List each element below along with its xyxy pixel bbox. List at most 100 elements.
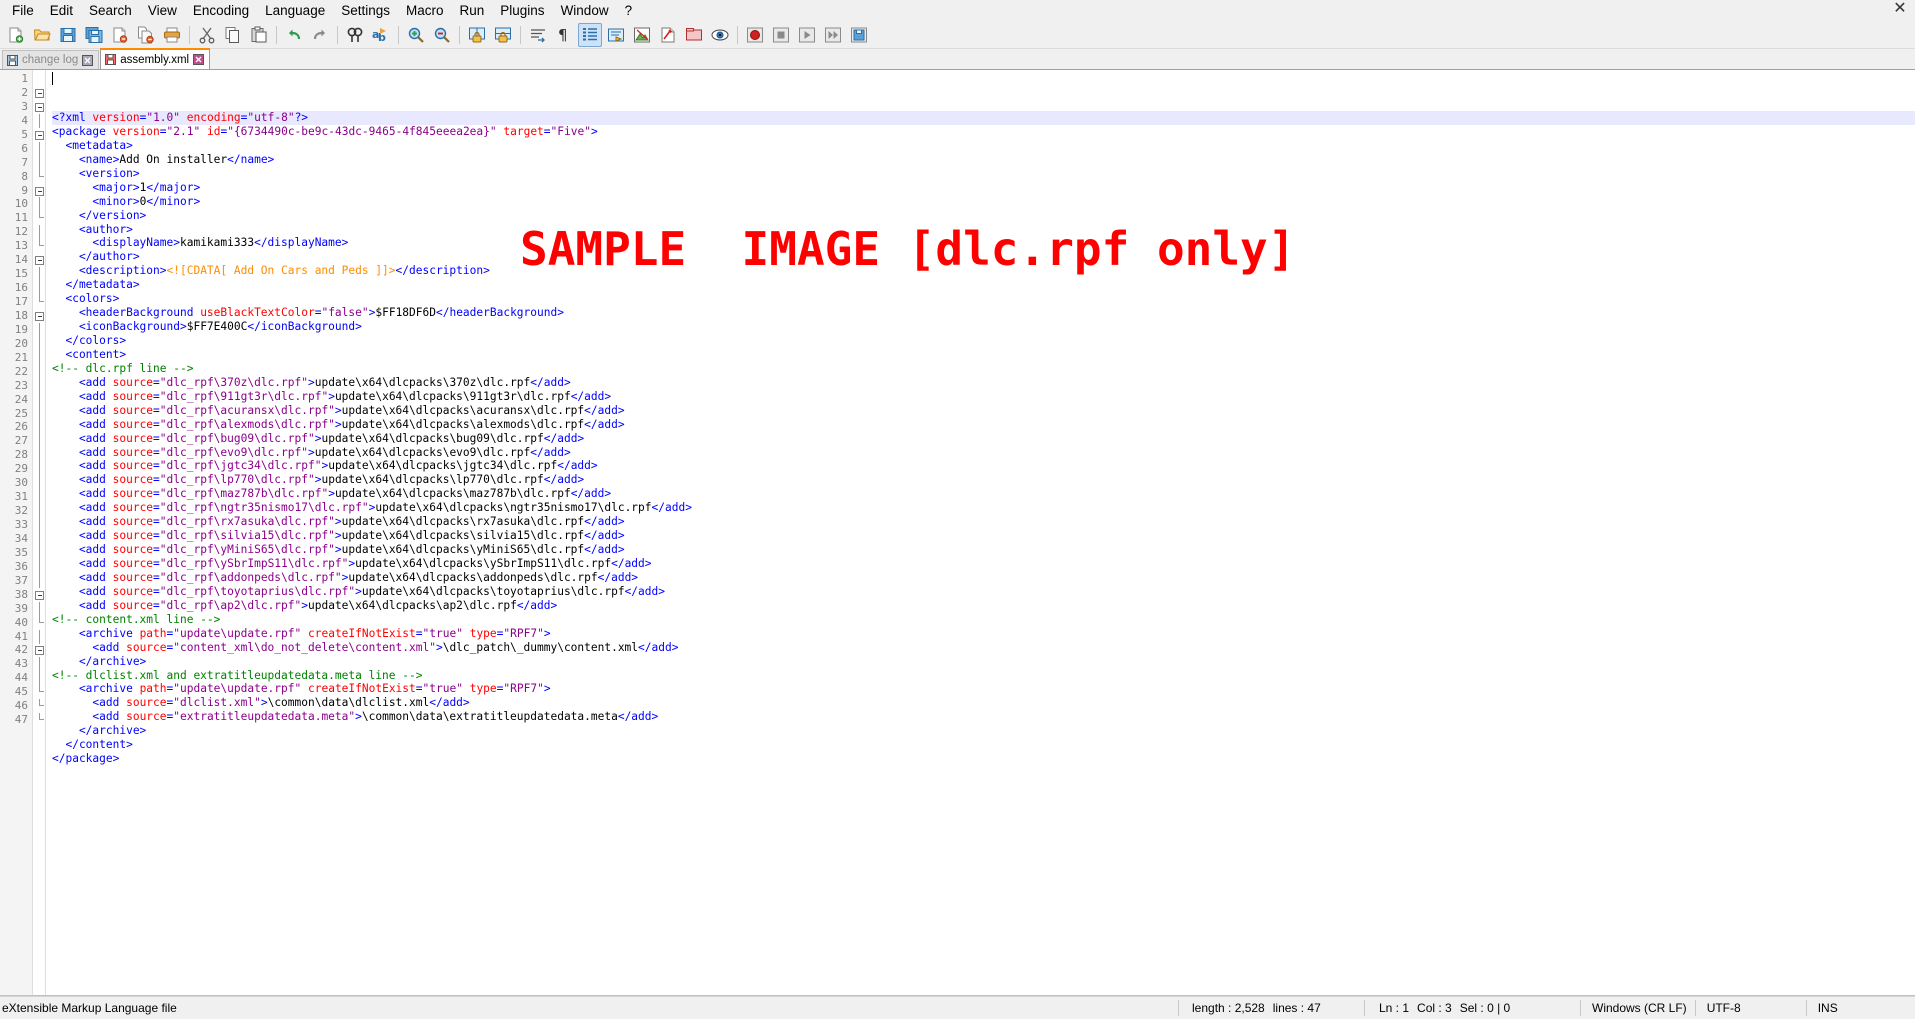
code-line[interactable]: <add source="dlc_rpf\evo9\dlc.rpf">updat… — [52, 446, 1915, 460]
code-line[interactable]: </package> — [52, 752, 1915, 766]
show-all-chars-icon[interactable]: ¶ — [552, 23, 576, 47]
editor-area[interactable]: 1 2 3 4 5 6 7 8 9 10 11 12 13 14 15 16 17 18 19 20 21 22 23 24 2… — [0, 70, 1915, 996]
code-line[interactable]: <archive path = "update\update.rpf" create… — [52, 627, 1915, 641]
menu-encoding[interactable]: Encoding — [185, 0, 257, 21]
fold-collapse-icon[interactable] — [35, 88, 44, 98]
code-line[interactable]: <add source="dlc_rpf\jgtc34\dlc.rpf">upd… — [52, 459, 1915, 473]
menu-file[interactable]: File — [4, 0, 42, 21]
tab-change-log[interactable]: change log — [2, 50, 100, 69]
code-line[interactable]: <description><![CDATA[ Add On Cars and P… — [52, 264, 1915, 278]
fold-marker[interactable] — [33, 588, 45, 602]
code-line[interactable]: <add source="dlc_rpf\toyotaprius\dlc.rpf… — [52, 585, 1915, 599]
code-line[interactable]: <displayName>kamikami333</displayName> — [52, 236, 1915, 250]
stop-macro-icon[interactable] — [769, 23, 793, 47]
code-line[interactable]: <iconBackground>$FF7E400C</iconBackgroun… — [52, 320, 1915, 334]
save-macro-icon[interactable] — [847, 23, 871, 47]
menu-edit[interactable]: Edit — [42, 0, 81, 21]
code-line[interactable]: <content> — [52, 348, 1915, 362]
menu-search[interactable]: Search — [81, 0, 140, 21]
print-icon[interactable] — [160, 23, 184, 47]
zoom-in-icon[interactable] — [404, 23, 428, 47]
code-line[interactable]: <author> — [52, 223, 1915, 237]
fold-marker[interactable] — [33, 184, 45, 198]
code-line[interactable]: <version> — [52, 167, 1915, 181]
code-line[interactable]: <?xml version="1.0" encoding="utf-8"?> — [52, 111, 1915, 125]
play-macro-icon[interactable] — [795, 23, 819, 47]
redo-icon[interactable] — [308, 23, 332, 47]
new-file-icon[interactable] — [4, 23, 28, 47]
code-line[interactable]: <major>1</major> — [52, 181, 1915, 195]
code-line[interactable]: </colors> — [52, 334, 1915, 348]
replace-icon[interactable]: ab — [369, 23, 393, 47]
cut-icon[interactable] — [195, 23, 219, 47]
fold-marker[interactable] — [33, 643, 45, 657]
sync-horizontal-icon[interactable] — [491, 23, 515, 47]
find-icon[interactable] — [343, 23, 367, 47]
code-line[interactable]: <archive path = "update\update.rpf" create… — [52, 682, 1915, 696]
code-line[interactable]: </metadata> — [52, 278, 1915, 292]
code-line[interactable]: <add source="dlc_rpf\ngtr35nismo17\dlc.r… — [52, 501, 1915, 515]
close-file-icon[interactable] — [108, 23, 132, 47]
close-all-icon[interactable] — [134, 23, 158, 47]
close-window-button[interactable]: ✕ — [1891, 1, 1909, 19]
record-macro-icon[interactable] — [743, 23, 767, 47]
code-line[interactable]: <add source="dlc_rpf\addonpeds\dlc.rpf">… — [52, 571, 1915, 585]
paste-icon[interactable] — [247, 23, 271, 47]
fold-marker[interactable] — [33, 128, 45, 142]
menu-settings[interactable]: Settings — [333, 0, 398, 21]
save-all-icon[interactable] — [82, 23, 106, 47]
code-line[interactable]: <add source="dlc_rpf\maz787b\dlc.rpf">up… — [52, 487, 1915, 501]
code-line[interactable]: <add source="extratitleupdatedata.meta">… — [52, 710, 1915, 724]
fold-collapse-icon[interactable] — [35, 256, 44, 266]
code-line[interactable]: <minor>0</minor> — [52, 195, 1915, 209]
fold-marker[interactable] — [33, 100, 45, 114]
zoom-out-icon[interactable] — [430, 23, 454, 47]
word-wrap-icon[interactable] — [526, 23, 550, 47]
code-line[interactable]: <add source="dlc_rpf\lp770\dlc.rpf">upda… — [52, 473, 1915, 487]
menu-run[interactable]: Run — [452, 0, 493, 21]
code-line[interactable]: <metadata> — [52, 139, 1915, 153]
menu-help[interactable]: ? — [617, 0, 641, 21]
code-text-area[interactable]: <?xml version="1.0" encoding="utf-8"?> <p… — [46, 70, 1915, 995]
document-map-icon[interactable] — [656, 23, 680, 47]
code-line[interactable]: <package version="2.1" id="{6734490c-be9… — [52, 125, 1915, 139]
code-line[interactable]: <add source="dlc_rpf\rx7asuka\dlc.rpf">u… — [52, 515, 1915, 529]
tab-close-icon[interactable] — [193, 54, 205, 65]
fold-collapse-icon[interactable] — [35, 311, 44, 321]
fold-marker[interactable] — [33, 309, 45, 323]
fold-collapse-icon[interactable] — [35, 130, 44, 140]
code-line[interactable]: <add source="dlc_rpf\bug09\dlc.rpf">upda… — [52, 432, 1915, 446]
indent-guide-icon[interactable] — [578, 22, 602, 47]
code-line[interactable]: <headerBackground useBlackTextColor="fal… — [52, 306, 1915, 320]
code-line[interactable]: <add source="dlc_rpf\ap2\dlc.rpf">update… — [52, 599, 1915, 613]
code-line[interactable]: </content> — [52, 738, 1915, 752]
code-line[interactable]: <add source="dlc_rpf\370z\dlc.rpf">updat… — [52, 376, 1915, 390]
menu-window[interactable]: Window — [553, 0, 617, 21]
code-line[interactable]: <add source="dlc_rpf\911gt3r\dlc.rpf">up… — [52, 390, 1915, 404]
open-file-icon[interactable] — [30, 23, 54, 47]
undo-icon[interactable] — [282, 23, 306, 47]
tab-assembly-xml[interactable]: assembly.xml — [100, 48, 211, 69]
code-line[interactable]: <add source="dlc_rpf\silvia15\dlc.rpf">u… — [52, 529, 1915, 543]
user-defined-dialog-icon[interactable] — [630, 23, 654, 47]
code-line[interactable]: <!-- content.xml line --> — [52, 613, 1915, 627]
fold-marker[interactable] — [33, 86, 45, 100]
code-line[interactable]: </version> — [52, 209, 1915, 223]
code-line[interactable]: <add source="dlc_rpf\acuransx\dlc.rpf">u… — [52, 404, 1915, 418]
code-line[interactable]: <add source="dlc_rpf\ySbrImpS11\dlc.rpf"… — [52, 557, 1915, 571]
save-icon[interactable] — [56, 23, 80, 47]
folder-as-workspace-icon[interactable] — [708, 23, 732, 47]
sync-vertical-icon[interactable] — [465, 23, 489, 47]
fold-collapse-icon[interactable] — [35, 646, 44, 656]
menu-macro[interactable]: Macro — [398, 0, 452, 21]
menu-language[interactable]: Language — [257, 0, 333, 21]
fold-margin[interactable] — [32, 70, 46, 995]
function-list-icon[interactable] — [682, 23, 706, 47]
code-line[interactable]: <colors> — [52, 292, 1915, 306]
fold-collapse-icon[interactable] — [35, 102, 44, 112]
code-line[interactable]: </archive> — [52, 655, 1915, 669]
menu-plugins[interactable]: Plugins — [492, 0, 552, 21]
code-line[interactable]: <add source="content_xml\do_not_delete\c… — [52, 641, 1915, 655]
code-line[interactable]: <!-- dlclist.xml and extratitleupdatedat… — [52, 669, 1915, 683]
code-line[interactable]: </author> — [52, 250, 1915, 264]
